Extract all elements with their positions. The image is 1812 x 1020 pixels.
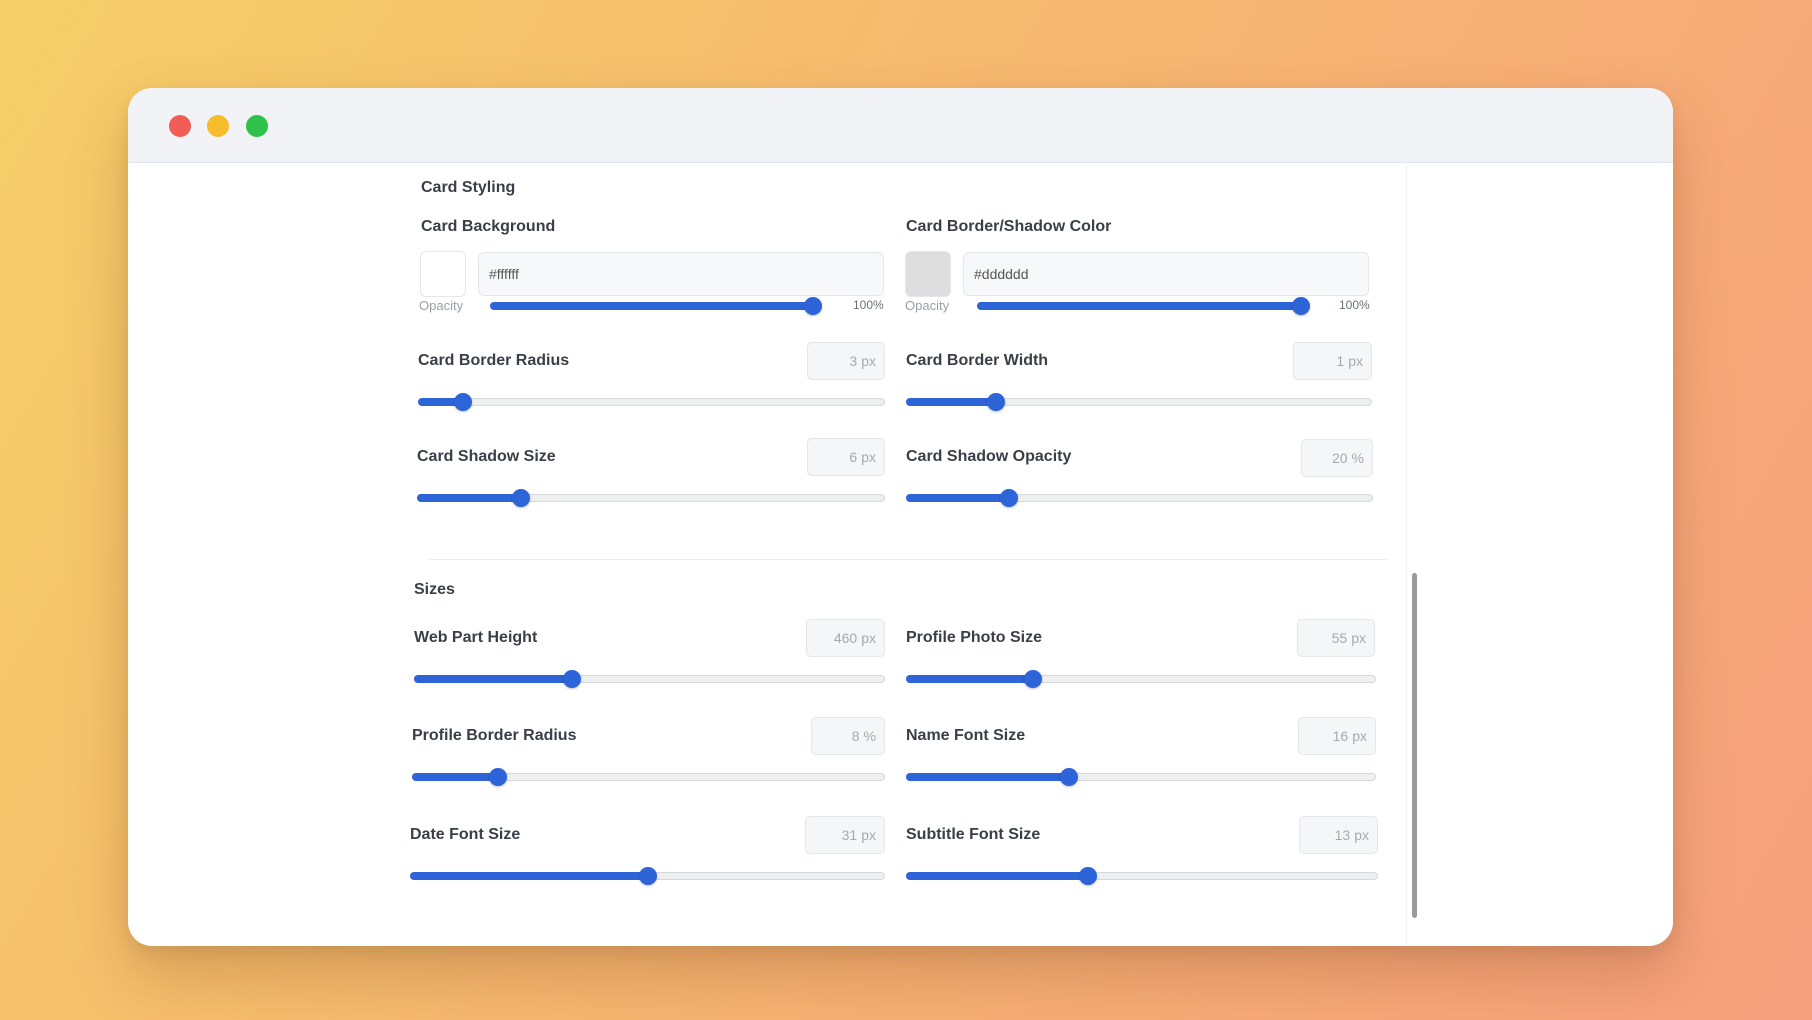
slider-thumb[interactable] (489, 768, 508, 786)
card-border-width-slider[interactable] (906, 391, 1372, 413)
slider-thumb[interactable] (804, 297, 822, 315)
title-bar (128, 88, 1673, 163)
unit-text: px (1351, 630, 1366, 646)
date-font-size-value[interactable]: 31 px (805, 816, 885, 854)
subtitle-font-size-value[interactable]: 13 px (1299, 816, 1378, 854)
web-part-height-slider[interactable] (414, 668, 885, 690)
name-font-size-label: Name Font Size (906, 727, 1026, 744)
slider-thumb[interactable] (986, 393, 1005, 411)
card-border-radius-value[interactable]: 3 px (807, 342, 885, 380)
subtitle-font-size-slider[interactable] (906, 865, 1378, 887)
slider-thumb[interactable] (453, 393, 472, 411)
card-shadow-opacity-value[interactable]: 20% (1301, 439, 1373, 477)
app-window: Card Styling Card Background Opacity 100… (128, 88, 1673, 946)
card-border-color-opacity-label: Opacity (905, 298, 950, 313)
maximize-window-button[interactable] (246, 115, 268, 137)
card-background-swatch[interactable] (420, 251, 466, 297)
web-part-height-value[interactable]: 460 px (806, 619, 885, 657)
value-text: 55 (1331, 630, 1348, 646)
value-text: 16 (1332, 728, 1349, 744)
profile-photo-size-label: Profile Photo Size (906, 629, 1043, 646)
value-text: 1 (1336, 353, 1345, 369)
card-shadow-size-slider[interactable] (417, 487, 885, 509)
subtitle-font-size-label: Subtitle Font Size (906, 826, 1041, 843)
value-text: 31 (841, 827, 858, 843)
section-divider (428, 559, 1388, 560)
card-background-opacity-slider[interactable] (490, 295, 822, 317)
unit-text: px (861, 353, 876, 369)
profile-photo-size-slider[interactable] (906, 668, 1376, 690)
profile-border-radius-slider[interactable] (412, 766, 885, 788)
card-background-opacity-value: 100% (853, 298, 884, 312)
scrollbar[interactable] (1412, 573, 1417, 918)
slider-thumb[interactable] (638, 867, 657, 885)
name-font-size-slider[interactable] (906, 766, 1376, 788)
unit-text: px (1352, 728, 1367, 744)
card-border-width-label: Card Border Width (906, 352, 1049, 369)
card-border-radius-slider[interactable] (418, 391, 885, 413)
slider-thumb[interactable] (1078, 867, 1097, 885)
unit-text: px (861, 630, 876, 646)
date-font-size-slider[interactable] (410, 865, 885, 887)
value-text: 8 (851, 728, 860, 744)
card-border-width-value[interactable]: 1 px (1293, 342, 1372, 380)
settings-panel: Card Styling Card Background Opacity 100… (128, 163, 1673, 946)
card-border-color-opacity-slider[interactable] (977, 295, 1310, 317)
date-font-size-label: Date Font Size (410, 826, 521, 843)
unit-text: px (861, 449, 876, 465)
profile-border-radius-value[interactable]: 8% (811, 717, 885, 755)
minimize-window-button[interactable] (207, 115, 229, 137)
slider-thumb[interactable] (511, 489, 530, 507)
value-text: 6 (849, 449, 858, 465)
card-border-color-label: Card Border/Shadow Color (906, 218, 1112, 235)
value-text: 20 (1331, 450, 1348, 466)
profile-photo-size-value[interactable]: 55 px (1297, 619, 1375, 657)
section-title-sizes: Sizes (414, 581, 455, 598)
card-background-hex-input[interactable] (478, 252, 884, 296)
unit-text: % (1351, 450, 1364, 466)
slider-thumb[interactable] (1292, 297, 1310, 315)
card-background-label: Card Background (421, 218, 556, 235)
value-text: 3 (849, 353, 858, 369)
section-title-card-styling: Card Styling (421, 179, 516, 196)
slider-thumb[interactable] (1059, 768, 1078, 786)
card-shadow-opacity-slider[interactable] (906, 487, 1373, 509)
unit-text: px (1348, 353, 1363, 369)
slider-thumb[interactable] (563, 670, 582, 688)
unit-text: px (861, 827, 876, 843)
profile-border-radius-label: Profile Border Radius (412, 727, 577, 744)
card-border-color-hex-input[interactable] (963, 252, 1369, 296)
close-window-button[interactable] (169, 115, 191, 137)
card-shadow-size-label: Card Shadow Size (417, 448, 556, 465)
web-part-height-label: Web Part Height (414, 629, 538, 646)
card-border-color-opacity-value: 100% (1339, 298, 1370, 312)
card-border-color-swatch[interactable] (905, 251, 951, 297)
slider-thumb[interactable] (1023, 670, 1042, 688)
unit-text: % (863, 728, 876, 744)
value-text: 13 (1334, 827, 1351, 843)
value-text: 460 (833, 630, 858, 646)
unit-text: px (1354, 827, 1369, 843)
slider-thumb[interactable] (1000, 489, 1019, 507)
card-background-opacity-label: Opacity (419, 298, 464, 313)
name-font-size-value[interactable]: 16 px (1298, 717, 1376, 755)
panel-divider (1406, 163, 1407, 946)
card-border-radius-label: Card Border Radius (418, 352, 570, 369)
card-shadow-opacity-label: Card Shadow Opacity (906, 448, 1072, 465)
card-shadow-size-value[interactable]: 6 px (807, 438, 885, 476)
